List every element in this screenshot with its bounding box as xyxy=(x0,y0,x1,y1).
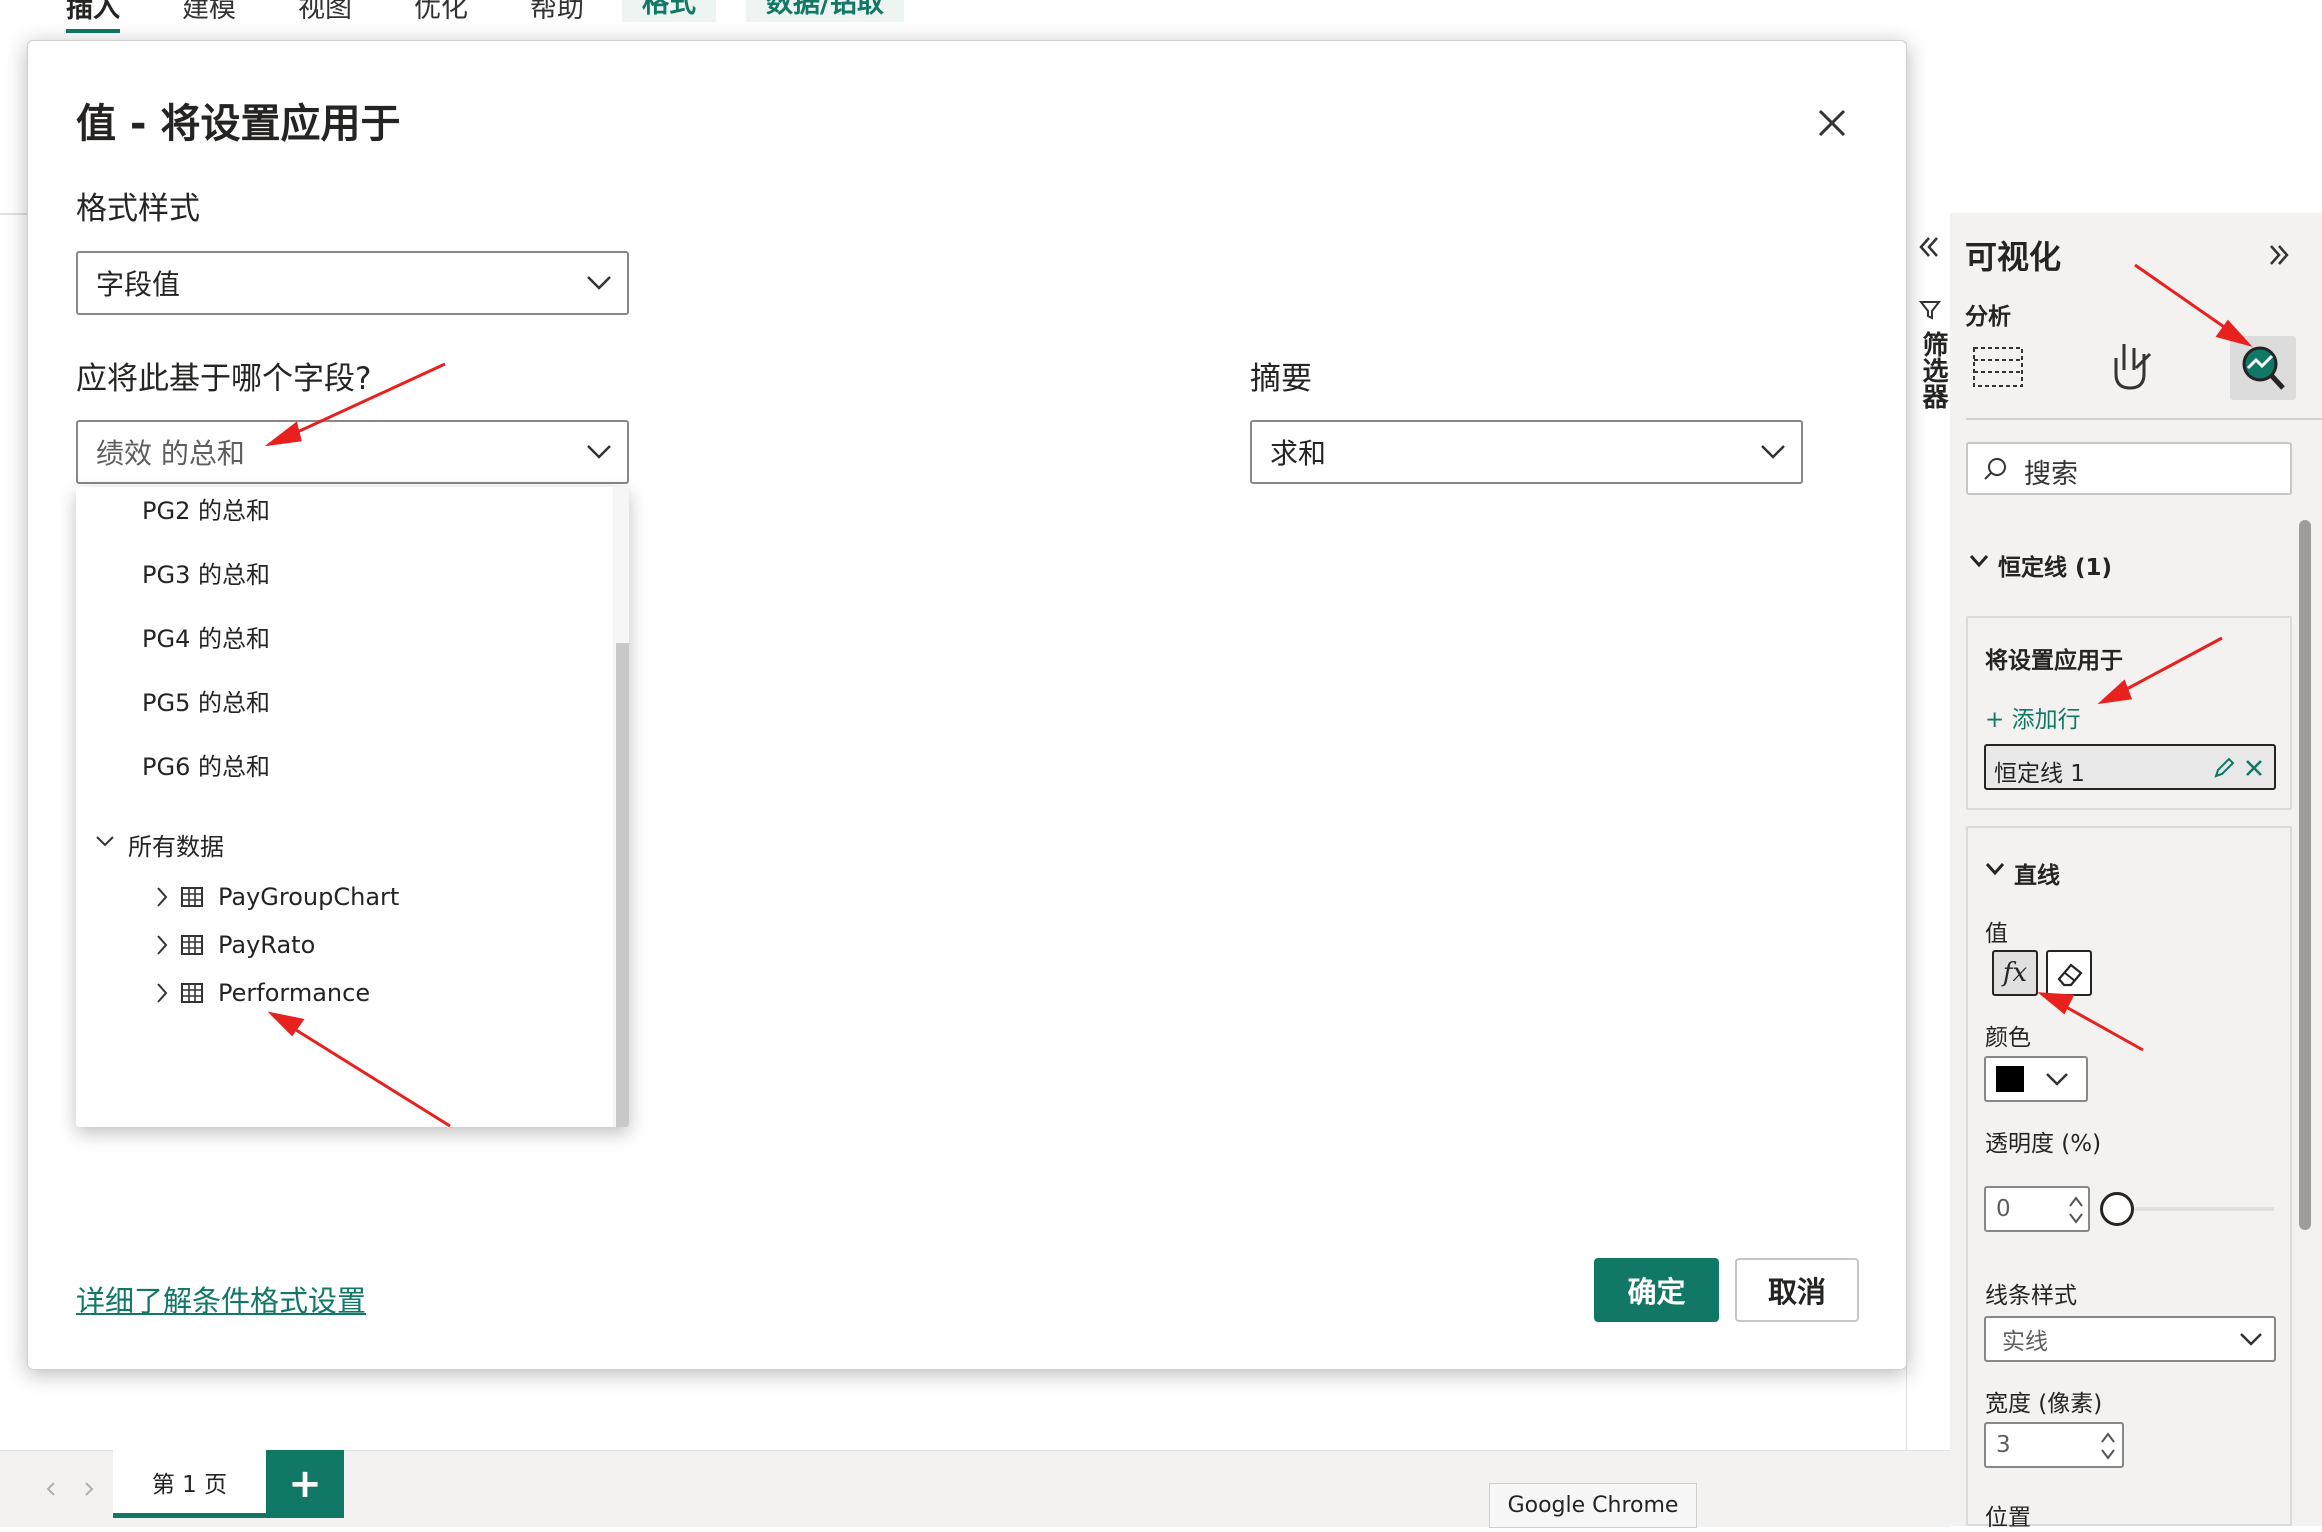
dropdown-item-pg5[interactable]: PG5 的总和 xyxy=(142,683,270,718)
filters-pane-label: 筛选器 xyxy=(1918,331,1948,409)
search-icon xyxy=(1984,458,2006,480)
analytics-magnifier-icon xyxy=(2242,346,2285,390)
format-visual-icon[interactable] xyxy=(2106,340,2156,394)
field-based-on-value: 绩效 的总和 xyxy=(96,437,245,470)
viz-tabs-divider xyxy=(1966,418,2322,420)
dropdown-item-pg6[interactable]: PG6 的总和 xyxy=(142,747,270,782)
table-payrato[interactable]: PayRato xyxy=(218,931,315,959)
line-section-card xyxy=(1966,826,2292,1526)
summary-label: 摘要 xyxy=(1250,361,1312,397)
reset-button[interactable] xyxy=(2046,950,2092,996)
width-label: 宽度 (像素) xyxy=(1985,1391,2103,1417)
ribbon-tabs: 插入 建模 视图 优化 帮助 格式 数据/钻取 xyxy=(0,0,2322,40)
summary-select[interactable]: 求和 xyxy=(1250,420,1803,484)
field-based-on-label: 应将此基于哪个字段? xyxy=(76,361,372,397)
chevron-down-icon[interactable] xyxy=(1968,552,1990,570)
color-label: 颜色 xyxy=(1985,1025,2031,1051)
chevron-down-icon xyxy=(587,276,611,290)
position-label: 位置 xyxy=(1985,1505,2031,1531)
chevron-down-icon[interactable] xyxy=(1984,860,2006,878)
chevron-down-icon xyxy=(2240,1333,2262,1346)
table-icon xyxy=(181,935,203,955)
format-style-value: 字段值 xyxy=(96,268,181,301)
analytics-tab[interactable] xyxy=(2230,336,2296,400)
line-style-label: 线条样式 xyxy=(1985,1283,2077,1309)
add-page-button[interactable]: + xyxy=(266,1450,344,1518)
constant-line-item[interactable]: 恒定线 1 xyxy=(1984,744,2276,790)
search-placeholder: 搜索 xyxy=(2024,459,2078,490)
ribbon-tab-optimize[interactable]: 优化 xyxy=(414,0,468,25)
chevron-down-icon xyxy=(587,445,611,459)
width-input[interactable]: 3 xyxy=(1984,1422,2124,1468)
close-icon[interactable] xyxy=(1810,101,1854,145)
ribbon-tab-format[interactable]: 格式 xyxy=(622,0,716,22)
chevron-down-icon xyxy=(1761,445,1785,459)
delete-icon[interactable] xyxy=(2242,756,2266,780)
collapse-left-icon[interactable] xyxy=(1915,233,1943,261)
width-value: 3 xyxy=(1996,1432,2011,1458)
transparency-label: 透明度 (%) xyxy=(1985,1131,2102,1157)
transparency-input[interactable]: 0 xyxy=(1984,1186,2090,1232)
constant-line-item-label: 恒定线 1 xyxy=(1994,761,2085,787)
dropdown-item-pg3[interactable]: PG3 的总和 xyxy=(142,555,270,590)
ribbon-tab-view[interactable]: 视图 xyxy=(298,0,352,25)
chevron-right-icon[interactable] xyxy=(154,981,170,1005)
ribbon-tab-help[interactable]: 帮助 xyxy=(530,0,584,25)
expand-right-icon[interactable] xyxy=(2264,240,2294,270)
viz-search-box[interactable]: 搜索 xyxy=(1966,442,2292,495)
color-swatch xyxy=(1996,1066,2024,1092)
dialog-title: 值 - 将设置应用于 xyxy=(76,101,401,147)
transparency-slider-thumb[interactable] xyxy=(2100,1192,2134,1226)
transparency-value: 0 xyxy=(1996,1196,2011,1222)
chevron-right-icon[interactable] xyxy=(154,933,170,957)
line-style-value: 实线 xyxy=(2002,1329,2048,1355)
chevron-down-icon xyxy=(2046,1073,2068,1086)
spinner-icon[interactable] xyxy=(2066,1192,2086,1228)
spinner-icon[interactable] xyxy=(2098,1428,2118,1464)
build-visual-icon[interactable] xyxy=(1972,344,2024,390)
table-performance[interactable]: Performance xyxy=(218,979,370,1007)
page-tab-1[interactable]: 第 1 页 xyxy=(113,1450,266,1518)
section-line[interactable]: 直线 xyxy=(2014,856,2060,890)
table-icon xyxy=(181,983,203,1003)
apply-to-label: 将设置应用于 xyxy=(1985,648,2123,674)
taskbar-tooltip: Google Chrome xyxy=(1489,1483,1697,1528)
chevron-right-icon[interactable] xyxy=(154,885,170,909)
dropdown-scroll-thumb[interactable] xyxy=(616,643,629,1127)
add-row-link[interactable]: + 添加行 xyxy=(1985,700,2081,734)
dropdown-item-pg2[interactable]: PG2 的总和 xyxy=(142,491,270,526)
viz-pane-title: 可视化 xyxy=(1965,238,2062,276)
line-style-select[interactable]: 实线 xyxy=(1984,1316,2276,1362)
transparency-slider-track[interactable] xyxy=(2114,1207,2274,1211)
dropdown-item-pg4[interactable]: PG4 的总和 xyxy=(142,619,270,654)
summary-value: 求和 xyxy=(1270,437,1327,470)
edit-icon[interactable] xyxy=(2212,756,2236,780)
format-style-label: 格式样式 xyxy=(76,191,200,227)
format-style-select[interactable]: 字段值 xyxy=(76,251,629,315)
table-icon xyxy=(181,887,203,907)
color-picker[interactable] xyxy=(1984,1056,2088,1102)
section-constant-line[interactable]: 恒定线 (1) xyxy=(1998,548,2112,582)
viz-pane-subtitle: 分析 xyxy=(1965,304,2011,330)
conditional-format-dialog: 值 - 将设置应用于 格式样式 字段值 应将此基于哪个字段? 绩效 的总和 摘要… xyxy=(27,40,1907,1370)
table-paygroupchart[interactable]: PayGroupChart xyxy=(218,883,399,911)
filters-pane-collapsed[interactable]: 筛选器 xyxy=(1906,213,1951,1450)
ok-button[interactable]: 确定 xyxy=(1594,1258,1719,1322)
filter-icon xyxy=(1918,301,1942,320)
field-based-on-select[interactable]: 绩效 的总和 xyxy=(76,420,629,484)
learn-more-link[interactable]: 详细了解条件格式设置 xyxy=(76,1278,366,1320)
ribbon-tab-data-drill[interactable]: 数据/钻取 xyxy=(746,0,904,22)
fx-button[interactable]: fx xyxy=(1992,950,2038,996)
field-dropdown-list: PG2 的总和 PG3 的总和 PG4 的总和 PG5 的总和 PG6 的总和 … xyxy=(76,487,629,1127)
viz-pane-scrollbar[interactable] xyxy=(2299,520,2311,1230)
cancel-button[interactable]: 取消 xyxy=(1735,1258,1859,1322)
eraser-icon xyxy=(2057,963,2083,987)
ribbon-tab-modeling[interactable]: 建模 xyxy=(182,0,236,25)
ribbon-tab-insert[interactable]: 插入 xyxy=(66,0,120,33)
group-all-data[interactable]: 所有数据 xyxy=(128,827,224,862)
page-nav-arrows-icon[interactable] xyxy=(40,1477,100,1501)
value-label: 值 xyxy=(1985,921,2008,947)
chevron-down-icon[interactable] xyxy=(94,833,116,849)
